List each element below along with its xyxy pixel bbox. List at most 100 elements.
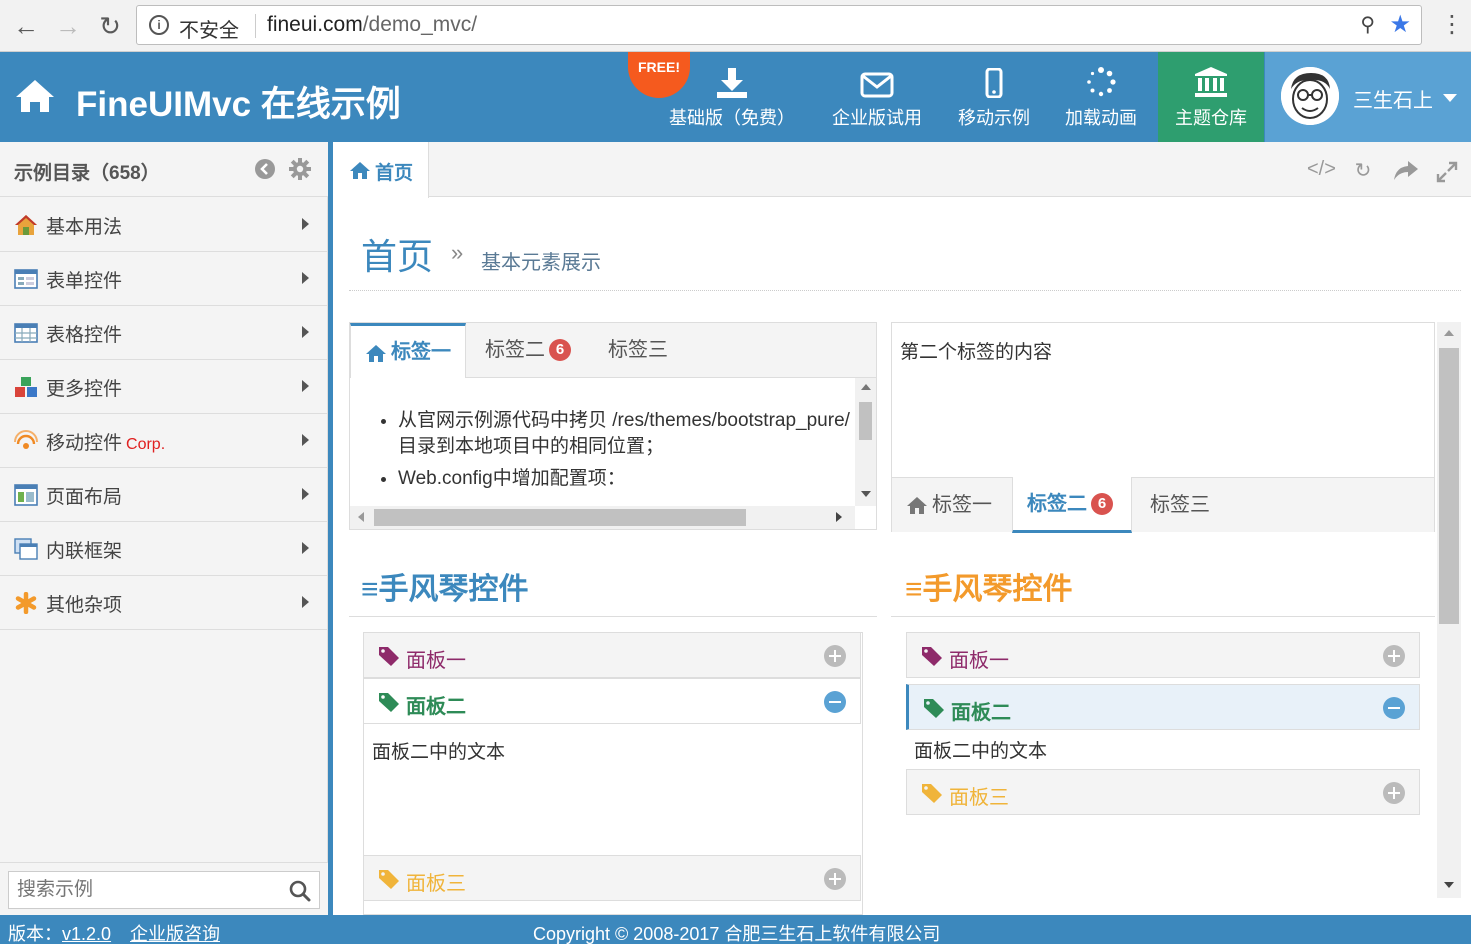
collapse-icon[interactable] (1383, 697, 1405, 719)
list-item: Web.config中增加配置项： (398, 466, 854, 492)
expand-icon[interactable] (1383, 645, 1405, 667)
forward-icon[interactable]: → (50, 8, 86, 44)
tag-icon (922, 647, 942, 666)
share-icon[interactable] (1393, 160, 1419, 182)
count-badge: 6 (549, 339, 571, 361)
source-code-icon[interactable]: </> (1307, 158, 1336, 184)
collapse-icon[interactable] (824, 691, 846, 713)
enterprise-consult-link[interactable]: 企业版咨询 (130, 920, 220, 946)
sidebar-item-label: 页面布局 (46, 487, 123, 508)
accordion-1-panel-3[interactable]: 面板三 (363, 855, 861, 901)
nav-mobile-demo[interactable]: 移动示例 (945, 52, 1043, 142)
sidebar-item-grid-controls[interactable]: 表格控件 (0, 306, 328, 360)
tab-label: 标签三 (1150, 494, 1210, 516)
expand-icon[interactable] (824, 868, 846, 890)
accordion-1-panel-1[interactable]: 面板一 (363, 632, 861, 678)
reload-icon[interactable]: ↻ (92, 8, 128, 44)
tabpanel-1-tab-3[interactable]: 标签三 (608, 323, 668, 378)
tabpanel-1-tab-1[interactable]: 标签一 (350, 323, 466, 378)
expand-icon[interactable] (1383, 782, 1405, 804)
accordion-2-panel-1[interactable]: 面板一 (906, 632, 1420, 678)
tabpanel-1-tab-2[interactable]: 标签二 6 (485, 323, 571, 378)
sidebar-item-more-controls[interactable]: 更多控件 (0, 360, 328, 414)
list-item: 从官网示例源代码中拷贝 /res/themes/bootstrap_pure/ … (398, 408, 854, 460)
envelope-icon (860, 72, 894, 98)
scroll-up-icon[interactable] (861, 384, 871, 390)
nav-theme-gallery[interactable]: 主题仓库 (1158, 52, 1264, 142)
nav-loading-animation[interactable]: 加载动画 (1052, 52, 1150, 142)
gear-icon[interactable] (288, 157, 312, 181)
chevron-right-icon (302, 596, 309, 608)
refresh-icon[interactable]: ↻ (1349, 158, 1377, 184)
horizontal-scrollbar[interactable] (350, 506, 855, 529)
tabpanel-2-tab-3[interactable]: 标签三 (1150, 478, 1210, 533)
sidebar-item-misc[interactable]: 其他杂项 (0, 576, 328, 630)
tab-home[interactable]: 首页 (333, 142, 429, 198)
tabpanel-1-body: 从官网示例源代码中拷贝 /res/themes/bootstrap_pure/ … (350, 378, 876, 506)
scroll-right-icon[interactable] (836, 512, 842, 522)
info-icon[interactable]: i (149, 15, 169, 35)
scroll-up-icon[interactable] (1444, 330, 1454, 336)
nav-label: 主题仓库 (1175, 108, 1247, 128)
nav-enterprise-trial[interactable]: 企业版试用 (822, 52, 932, 142)
collapse-left-icon[interactable] (254, 158, 276, 180)
chevron-right-icon (302, 488, 309, 500)
scrollbar-thumb[interactable] (374, 509, 746, 526)
vertical-scrollbar[interactable] (855, 378, 876, 506)
breadcrumb-divider (349, 290, 1461, 291)
address-bar[interactable]: i 不安全 fineui.com/demo_mvc/ ⚲ ★ (136, 5, 1422, 45)
chevron-right-icon (302, 542, 309, 554)
sidebar-item-label: 移动控件 Corp. (46, 428, 165, 455)
breadcrumb-home[interactable]: 首页 (361, 228, 433, 280)
content-scrollbar[interactable] (1437, 322, 1461, 898)
nav-label: 企业版试用 (832, 108, 922, 128)
accordion-2-panel-2[interactable]: 面板二 (906, 684, 1420, 730)
key-icon[interactable]: ⚲ (1360, 12, 1375, 37)
panel-title: 面板一 (406, 650, 466, 672)
sidebar-item-page-layout[interactable]: 页面布局 (0, 468, 328, 522)
bookmark-star-icon[interactable]: ★ (1389, 10, 1411, 39)
accordion-2: 面板一 面板二 面板二中的文本 面板三 (906, 632, 1420, 822)
username[interactable]: 三生石上 (1353, 84, 1433, 113)
sidebar-item-basic-usage[interactable]: 基本用法 (0, 198, 328, 252)
search-input[interactable] (9, 872, 279, 908)
tab-label: 标签二 (1027, 493, 1087, 515)
sidebar-header: 示例目录（658） (0, 142, 328, 197)
accordion-2-divider (891, 616, 1435, 617)
tabpanel-2: 第二个标签的内容 标签一 标签二 6 标签三 (891, 322, 1435, 533)
avatar-face-icon (1281, 67, 1339, 125)
url-path: /demo_mvc/ (362, 13, 478, 36)
tabpanel-2-tab-2[interactable]: 标签二 6 (1012, 477, 1132, 533)
sidebar-item-form-controls[interactable]: 表单控件 (0, 252, 328, 306)
browser-menu-icon[interactable]: ⋮ (1440, 8, 1464, 42)
fullscreen-icon[interactable] (1436, 161, 1458, 183)
accordion-2-panel-3[interactable]: 面板三 (906, 769, 1420, 815)
scrollbar-thumb[interactable] (1439, 348, 1459, 624)
version-link[interactable]: v1.2.0 (62, 924, 111, 944)
expand-icon[interactable] (824, 645, 846, 667)
spinner-icon (1087, 67, 1116, 97)
accordion-1-panel-2[interactable]: 面板二 (363, 678, 861, 724)
panel-title: 面板二 (951, 702, 1011, 724)
user-menu[interactable]: 三生石上 (1265, 52, 1471, 142)
tabpanel-2-tab-1[interactable]: 标签一 (906, 478, 992, 533)
app-title[interactable]: FineUIMvc 在线示例 (76, 76, 401, 127)
scrollbar-thumb[interactable] (859, 402, 872, 440)
avatar[interactable] (1281, 67, 1339, 125)
url-host: fineui.com (267, 13, 363, 36)
back-icon[interactable]: ← (8, 8, 44, 44)
home-logo-icon[interactable] (14, 78, 56, 114)
tabpanel-2-content: 第二个标签的内容 (900, 342, 1053, 363)
scroll-down-icon[interactable] (861, 491, 871, 497)
sidebar-item-label: 其他杂项 (46, 595, 123, 616)
insecure-label: 不安全 (179, 20, 239, 42)
scroll-down-icon[interactable] (1444, 882, 1454, 888)
caret-down-icon[interactable] (1443, 94, 1457, 102)
breadcrumb-current: 基本元素展示 (481, 252, 601, 274)
sidebar-item-inline-frame[interactable]: 内联框架 (0, 522, 328, 576)
nav-label: 移动示例 (958, 108, 1030, 128)
search-icon[interactable] (289, 880, 311, 902)
scroll-left-icon[interactable] (358, 512, 364, 522)
url-text[interactable]: fineui.com/demo_mvc/ (267, 13, 477, 37)
sidebar-item-mobile-controls[interactable]: 移动控件 Corp. (0, 414, 328, 468)
